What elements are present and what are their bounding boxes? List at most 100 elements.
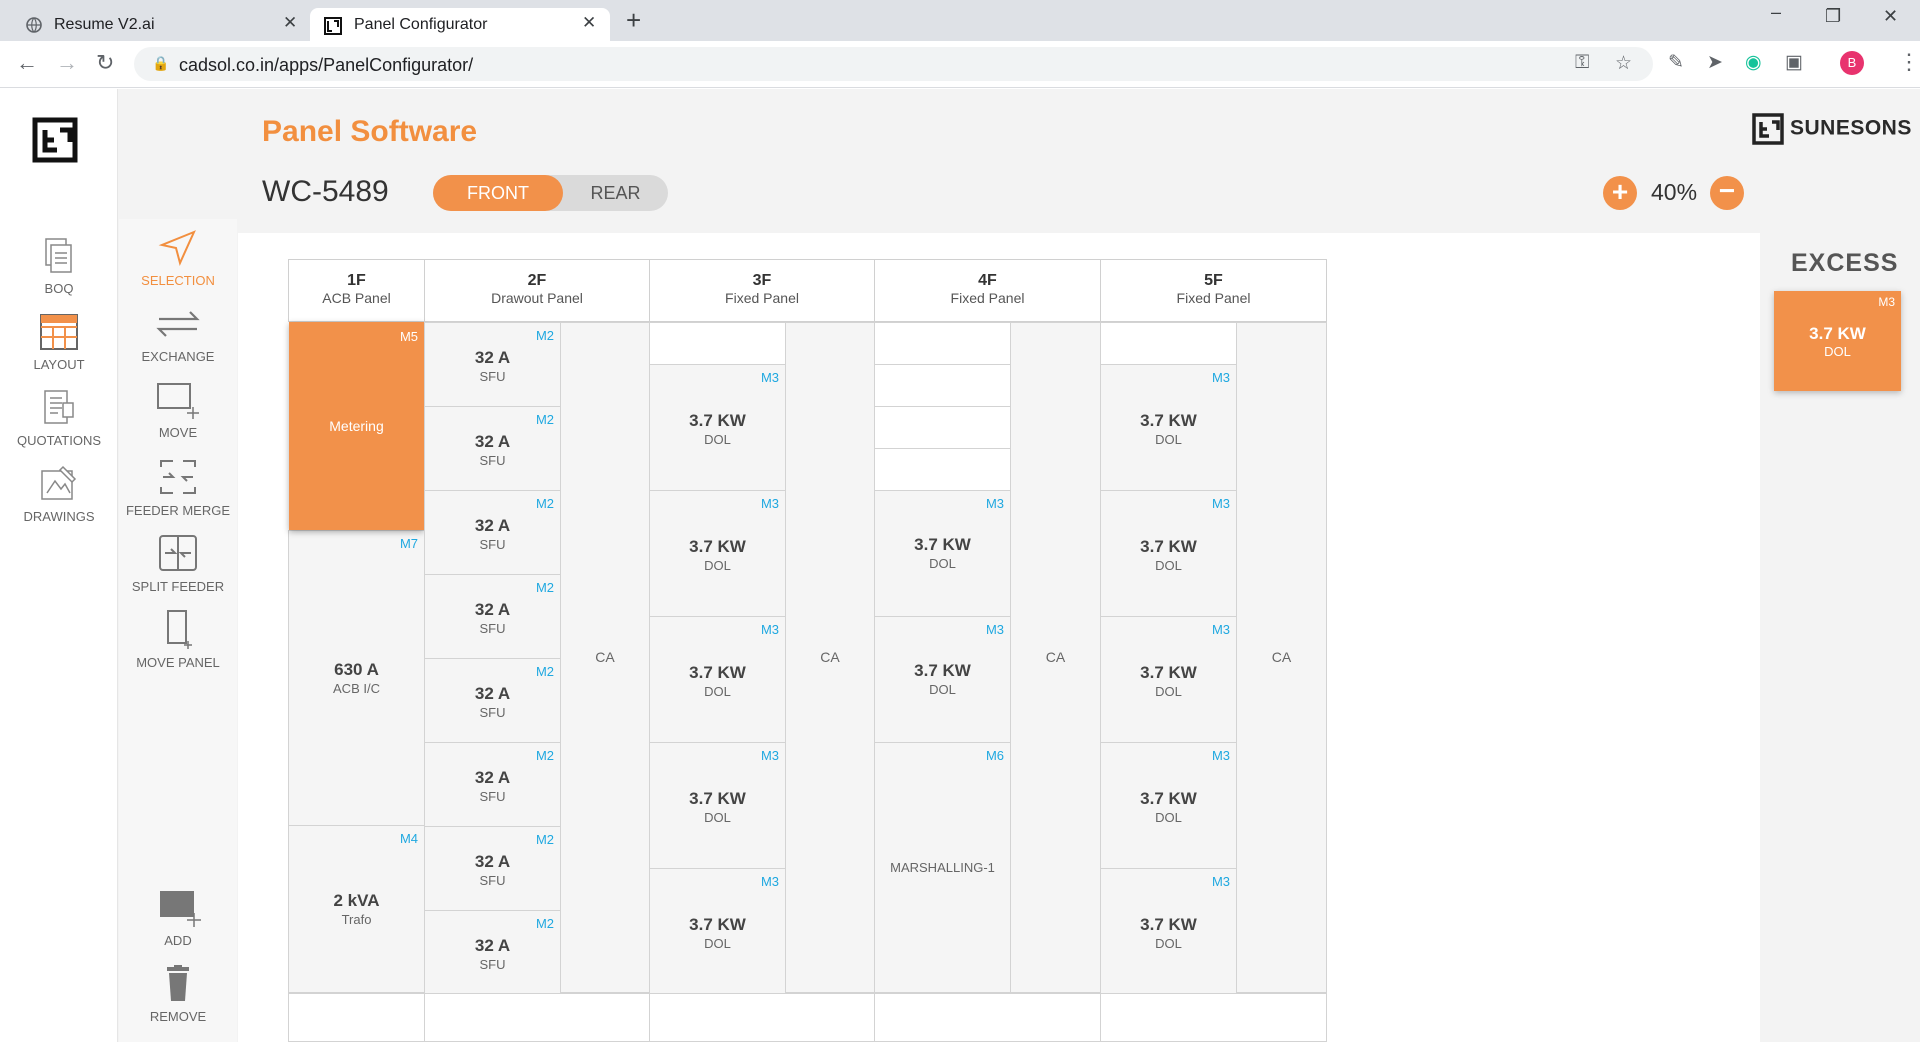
reload-icon[interactable]: ↻: [96, 50, 114, 76]
tool-feeder-merge[interactable]: FEEDER MERGE: [119, 457, 237, 518]
empty-slot[interactable]: [874, 406, 1011, 449]
nav-layout[interactable]: LAYOUT: [0, 313, 118, 372]
browser-tab-panel-configurator[interactable]: Panel Configurator ✕: [310, 8, 610, 41]
tool-exchange[interactable]: EXCHANGE: [119, 305, 237, 364]
feeder-rating: 630 A: [334, 660, 379, 679]
drawings-icon: [41, 465, 77, 500]
feeder-cell[interactable]: M2 32 A SFU: [424, 658, 561, 743]
feeder-cell[interactable]: M3 3.7 KW DOL: [874, 490, 1011, 617]
metering-label: Metering: [329, 418, 384, 434]
extension-cursor-icon[interactable]: ➤: [1707, 51, 1723, 74]
feeder-cell[interactable]: M2 32 A SFU: [424, 742, 561, 827]
profile-avatar[interactable]: B: [1840, 51, 1864, 75]
panel-header-3f[interactable]: 3F Fixed Panel: [649, 259, 875, 322]
close-tab-icon[interactable]: ✕: [283, 13, 297, 33]
feeder-cell[interactable]: M2 32 A SFU: [424, 490, 561, 575]
grammarly-icon[interactable]: ◉: [1745, 51, 1762, 74]
forward-icon[interactable]: →: [56, 50, 78, 76]
tool-move-panel[interactable]: MOVE PANEL: [119, 609, 237, 670]
zoom-level: 40%: [1651, 179, 1698, 205]
empty-slot[interactable]: [649, 322, 786, 365]
address-bar[interactable]: 🔒 cadsol.co.in/apps/PanelConfigurator/ ⚿…: [134, 47, 1653, 81]
cable-alley[interactable]: CA: [1010, 322, 1101, 993]
empty-slot[interactable]: [874, 322, 1011, 365]
feeder-cell[interactable]: M3 3.7 KW DOL: [649, 364, 786, 491]
tool-selection[interactable]: SELECTION: [119, 229, 237, 288]
back-icon[interactable]: ←: [16, 50, 38, 76]
cable-alley[interactable]: CA: [560, 322, 650, 993]
feeder-rating: 3.7 KW: [689, 537, 746, 556]
feeder-rating: 32 A: [474, 852, 511, 871]
cable-alley[interactable]: CA: [785, 322, 875, 993]
feeder-cell[interactable]: M2 32 A SFU: [424, 826, 561, 911]
feeder-cell[interactable]: M3 3.7 KW DOL: [649, 742, 786, 869]
empty-slot[interactable]: [874, 448, 1011, 491]
feeder-cell[interactable]: M2 32 A SFU: [424, 574, 561, 659]
feeder-rating: 32 A: [474, 684, 511, 703]
nav-drawings[interactable]: DRAWINGS: [0, 465, 118, 524]
feeder-cell[interactable]: M3 3.7 KW DOL: [649, 616, 786, 743]
feeder-cell[interactable]: M7 630 A ACB I/C: [288, 530, 425, 826]
cable-alley[interactable]: CA: [1236, 322, 1327, 993]
feeder-cell[interactable]: M2 32 A SFU: [424, 910, 561, 995]
key-icon[interactable]: ⚿: [1575, 52, 1589, 74]
empty-slot[interactable]: [1100, 322, 1237, 365]
tool-remove[interactable]: REMOVE: [119, 965, 237, 1024]
close-tab-icon[interactable]: ✕: [582, 13, 596, 33]
nav-boq[interactable]: BOQ: [0, 237, 118, 296]
panel-header-5f[interactable]: 5F Fixed Panel: [1100, 259, 1327, 322]
tool-split-feeder[interactable]: SPLIT FEEDER: [119, 533, 237, 594]
feeder-cell[interactable]: M3 3.7 KW DOL: [1100, 868, 1237, 995]
new-tab-icon[interactable]: +: [626, 5, 641, 36]
front-rear-toggle[interactable]: FRONT REAR: [433, 175, 668, 211]
browser-tab-resume[interactable]: Resume V2.ai ✕: [8, 8, 308, 41]
tool-add[interactable]: ADD: [119, 889, 237, 948]
marshalling-cell[interactable]: M6 MARSHALLING-1: [874, 742, 1011, 993]
browser-menu-icon[interactable]: ⋮: [1898, 49, 1920, 75]
feeder-cell[interactable]: M3 3.7 KW DOL: [1100, 364, 1237, 491]
zoom-in-button[interactable]: +: [1603, 176, 1637, 210]
feeder-cell[interactable]: M2 32 A SFU: [424, 406, 561, 491]
feeder-cell[interactable]: M4 2 kVA Trafo: [288, 825, 425, 993]
feeder-cell[interactable]: M3 3.7 KW DOL: [874, 616, 1011, 743]
window-close-icon[interactable]: ✕: [1883, 6, 1898, 27]
nav-layout-label: LAYOUT: [33, 357, 85, 372]
minimize-icon[interactable]: –: [1771, 2, 1781, 23]
module-tag: M3: [760, 748, 779, 763]
extension-eyedropper-icon[interactable]: ✎: [1668, 51, 1684, 74]
front-toggle-button[interactable]: FRONT: [433, 175, 563, 211]
metering-feeder[interactable]: M5 Metering: [289, 322, 424, 530]
zoom-out-button[interactable]: −: [1710, 176, 1744, 210]
panel-type: Fixed Panel: [1176, 290, 1251, 306]
feeder-cell[interactable]: M3 3.7 KW DOL: [649, 868, 786, 995]
panel-header-2f[interactable]: 2F Drawout Panel: [424, 259, 650, 322]
bookmark-star-icon[interactable]: ☆: [1615, 52, 1632, 75]
rear-toggle-button[interactable]: REAR: [563, 175, 668, 211]
extension-camera-icon[interactable]: ▣: [1785, 51, 1803, 74]
feeder-cell[interactable]: M2 32 A SFU: [424, 322, 561, 407]
tool-remove-label: REMOVE: [149, 1009, 207, 1024]
feeder-rating: 3.7 KW: [689, 663, 746, 682]
module-tag: M2: [535, 832, 554, 847]
feeder-rating: 3.7 KW: [1140, 537, 1197, 556]
feeder-merge-icon: [160, 460, 196, 494]
panel-header-4f[interactable]: 4F Fixed Panel: [874, 259, 1101, 322]
feeder-cell[interactable]: M3 3.7 KW DOL: [649, 490, 786, 617]
feeder-cell[interactable]: M3 3.7 KW DOL: [1100, 742, 1237, 869]
feeder-type: DOL: [929, 682, 956, 697]
empty-slot[interactable]: [874, 364, 1011, 407]
module-tag: M2: [535, 328, 554, 343]
panel-header-1f[interactable]: 1F ACB Panel: [288, 259, 425, 322]
sunesons-logo-icon: [1752, 113, 1784, 145]
feeder-rating: 3.7 KW: [689, 789, 746, 808]
selection-icon: [158, 230, 196, 266]
restore-icon[interactable]: ❐: [1825, 6, 1841, 27]
tool-move[interactable]: MOVE: [119, 381, 237, 440]
feeder-type: DOL: [704, 558, 731, 573]
lock-icon[interactable]: 🔒: [152, 55, 169, 72]
feeder-cell[interactable]: M3 3.7 KW DOL: [1100, 490, 1237, 617]
excess-feeder-card[interactable]: M3 3.7 KW DOL: [1774, 291, 1901, 391]
url-text[interactable]: cadsol.co.in/apps/PanelConfigurator/: [179, 55, 473, 76]
nav-quotations[interactable]: QUOTATIONS: [0, 389, 118, 448]
feeder-cell[interactable]: M3 3.7 KW DOL: [1100, 616, 1237, 743]
